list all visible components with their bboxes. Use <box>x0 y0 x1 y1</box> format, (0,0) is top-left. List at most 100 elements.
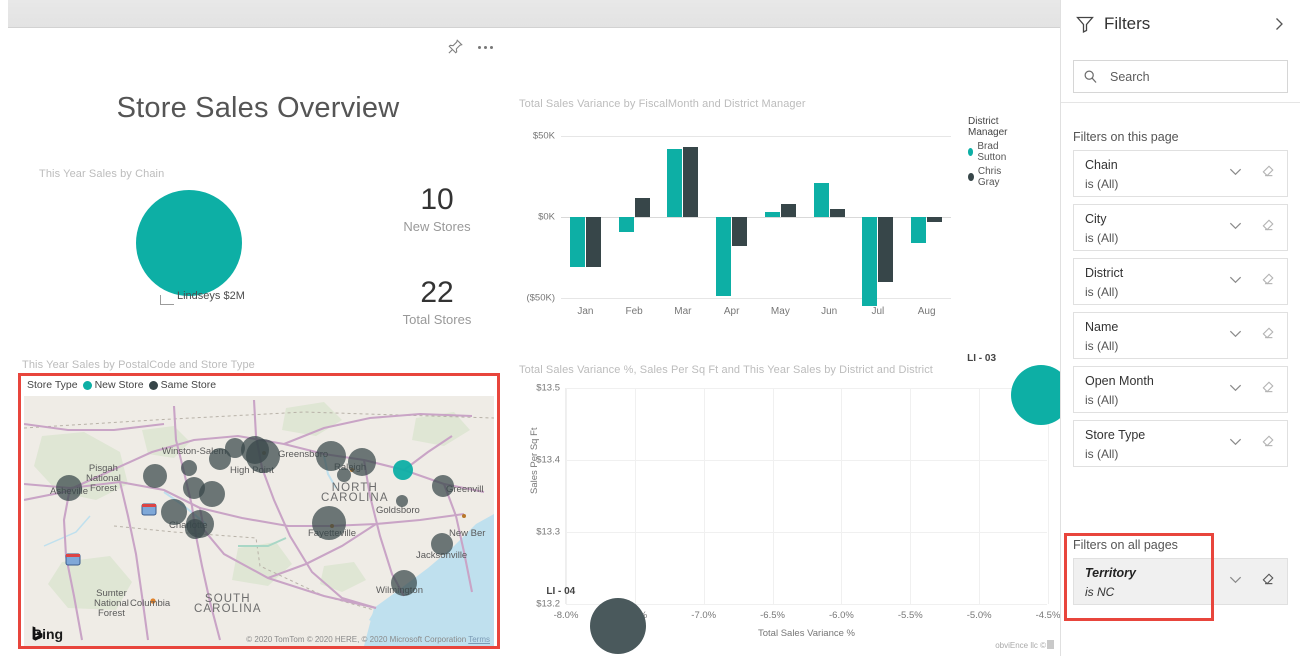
filter-field-value: is NC <box>1085 585 1114 599</box>
filter-field-name: Chain <box>1085 158 1118 172</box>
map-store-bubble[interactable] <box>348 448 376 476</box>
scatter-x-tick: -6.5% <box>760 610 785 621</box>
chevron-right-icon[interactable] <box>1271 16 1287 32</box>
map-attribution-text: © 2020 TomTom © 2020 HERE, © 2020 Micros… <box>246 635 466 644</box>
clear-filter-icon[interactable] <box>1260 326 1275 341</box>
scatter-y-tick: $13.5 <box>536 383 560 394</box>
bar-chart-x-tick: Jul <box>871 306 884 317</box>
legend-item-brad-sutton[interactable]: Brad Sutton <box>968 141 1013 163</box>
legend-label: Brad Sutton <box>977 141 1013 163</box>
bar-chart-bar[interactable] <box>878 217 893 282</box>
map-canvas[interactable]: Pisgah National ForestAshevilleWinston-S… <box>24 396 494 646</box>
filters-on-this-page-title: Filters on this page <box>1073 130 1179 144</box>
filter-card-chain[interactable]: Chainis (All) <box>1073 150 1288 197</box>
bar-chart-bar[interactable] <box>635 198 650 217</box>
filter-field-name: City <box>1085 212 1107 226</box>
scatter-bubble[interactable] <box>590 598 646 654</box>
bar-chart-plot-area[interactable]: $50K$0K($50K)JanFebMarAprMayJunJulAug <box>561 136 951 298</box>
legend-item-chris-gray[interactable]: Chris Gray <box>968 166 1013 188</box>
map-store-bubble[interactable] <box>199 481 225 507</box>
map-store-bubble[interactable] <box>161 499 187 525</box>
clear-filter-icon[interactable] <box>1260 380 1275 395</box>
bar-chart-bar[interactable] <box>765 212 780 217</box>
bar-chart-bar[interactable] <box>716 217 731 296</box>
visual-caption: Total Sales Variance %, Sales Per Sq Ft … <box>519 364 933 376</box>
kpi-new-stores[interactable]: 10 New Stores <box>372 183 502 234</box>
kpi-new-stores-value: 10 <box>372 183 502 217</box>
bar-chart-bar[interactable] <box>586 217 601 267</box>
brad-sutton-color-swatch <box>968 148 973 156</box>
map-legend-item-new-store[interactable]: New Store <box>83 379 144 391</box>
map-legend-item-same-store[interactable]: Same Store <box>149 379 216 391</box>
map-store-bubble[interactable] <box>185 519 205 539</box>
chevron-down-icon[interactable] <box>1228 572 1243 587</box>
total-sales-variance-bar-chart-visual[interactable]: Total Sales Variance by FiscalMonth and … <box>513 98 1013 328</box>
map-store-bubble[interactable] <box>393 460 413 480</box>
filter-field-value: is (All) <box>1085 339 1118 353</box>
clear-filter-icon[interactable] <box>1260 218 1275 233</box>
chevron-down-icon[interactable] <box>1228 380 1243 395</box>
map-store-bubble[interactable] <box>432 475 454 497</box>
chevron-down-icon[interactable] <box>1228 164 1243 179</box>
filter-card-open-month[interactable]: Open Monthis (All) <box>1073 366 1288 413</box>
sales-variance-scatter-visual[interactable]: Total Sales Variance %, Sales Per Sq Ft … <box>513 364 1058 654</box>
map-store-bubble[interactable] <box>56 475 82 501</box>
sales-by-postalcode-map-visual[interactable]: This Year Sales by PostalCode and Store … <box>18 359 500 649</box>
map-store-bubble[interactable] <box>181 460 197 476</box>
legend-title: District Manager <box>968 116 1013 138</box>
clear-filter-icon[interactable] <box>1260 272 1275 287</box>
bar-chart-bar[interactable] <box>911 217 926 243</box>
map-store-bubble[interactable] <box>312 506 346 540</box>
bar-chart-bar[interactable] <box>814 183 829 217</box>
map-attribution: © 2020 TomTom © 2020 HERE, © 2020 Micros… <box>246 635 490 644</box>
bar-chart-bar[interactable] <box>619 217 634 232</box>
map-store-bubble[interactable] <box>337 468 351 482</box>
window-left-edge <box>0 0 8 28</box>
map-store-bubble[interactable] <box>431 533 453 555</box>
map-terms-link[interactable]: Terms <box>468 635 490 644</box>
chevron-down-icon[interactable] <box>1228 326 1243 341</box>
bing-logo[interactable]: Bing <box>32 626 63 642</box>
filter-card-district[interactable]: Districtis (All) <box>1073 258 1288 305</box>
bar-chart-bar[interactable] <box>830 209 845 217</box>
bar-chart-x-tick: Jan <box>577 306 593 317</box>
pin-icon[interactable] <box>446 38 464 56</box>
bar-chart-bar[interactable] <box>862 217 877 306</box>
chevron-down-icon[interactable] <box>1228 272 1243 287</box>
filter-card-name[interactable]: Nameis (All) <box>1073 312 1288 359</box>
bar-chart-bar[interactable] <box>732 217 747 246</box>
filter-card-territory[interactable]: Territoryis NC <box>1073 558 1288 605</box>
map-store-bubble[interactable] <box>396 495 408 507</box>
chevron-down-icon[interactable] <box>1228 434 1243 449</box>
bar-chart-bar[interactable] <box>683 147 698 217</box>
bar-chart-y-tick: $50K <box>533 131 555 142</box>
bar-chart-bar[interactable] <box>781 204 796 217</box>
chain-bubble-lindseys[interactable] <box>136 190 242 296</box>
filters-search-box[interactable]: Search <box>1073 60 1288 93</box>
clear-filter-icon[interactable] <box>1260 164 1275 179</box>
filters-pane-header: Filters Search <box>1061 0 1300 103</box>
bar-chart-bar[interactable] <box>927 217 942 222</box>
bubble-leader-line <box>160 295 174 305</box>
clear-filter-icon[interactable] <box>1260 434 1275 449</box>
more-options-icon[interactable] <box>478 38 493 56</box>
chevron-down-icon[interactable] <box>1228 218 1243 233</box>
kpi-total-stores-value: 22 <box>372 276 502 310</box>
filter-card-city[interactable]: Cityis (All) <box>1073 204 1288 251</box>
map-store-bubble[interactable] <box>143 464 167 488</box>
this-year-sales-by-chain-visual[interactable]: This Year Sales by Chain Lindseys $2M <box>30 168 390 343</box>
map-store-bubble[interactable] <box>246 439 280 473</box>
scatter-plot-area[interactable]: Total Sales Variance % $13.5$13.4$13.3$1… <box>565 388 1047 604</box>
bar-chart-bar[interactable] <box>570 217 585 267</box>
bar-chart-bar[interactable] <box>667 149 682 217</box>
clear-filter-icon[interactable] <box>1260 572 1275 587</box>
map-store-bubble[interactable] <box>316 441 346 471</box>
scatter-gridline <box>704 388 705 604</box>
scatter-gridline <box>841 388 842 604</box>
scatter-gridline <box>566 532 1047 533</box>
filter-card-store-type[interactable]: Store Typeis (All) <box>1073 420 1288 467</box>
scatter-gridline <box>566 388 1047 389</box>
map-store-bubble[interactable] <box>391 570 417 596</box>
map-legend-title: Store Type <box>27 379 78 391</box>
kpi-total-stores[interactable]: 22 Total Stores <box>372 276 502 327</box>
